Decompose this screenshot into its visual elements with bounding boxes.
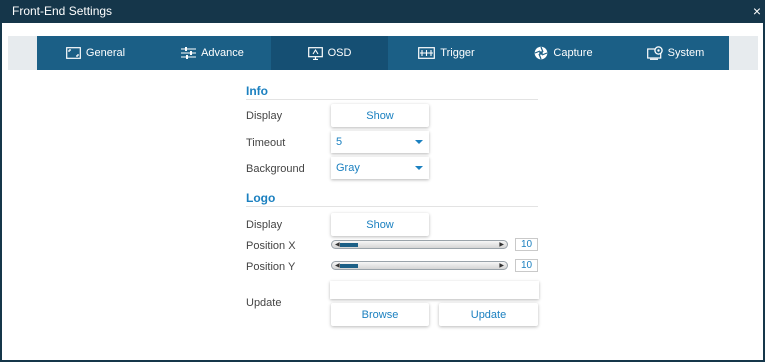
slider-thumb[interactable] (340, 243, 358, 247)
position-x-slider[interactable]: ◀ ▶ (331, 240, 508, 249)
camera-aperture-icon (534, 46, 548, 60)
slider-thumb[interactable] (340, 264, 358, 268)
logo-display-show-button[interactable]: Show (331, 213, 429, 236)
tab-label: Capture (553, 47, 593, 59)
info-display-label: Display (246, 110, 283, 122)
info-display-show-button[interactable]: Show (331, 104, 429, 127)
arrow-left-icon[interactable]: ◀ (335, 262, 340, 270)
logo-display-label: Display (246, 219, 283, 231)
tab-system[interactable]: System (622, 36, 729, 70)
tab-label: Trigger (440, 47, 475, 59)
tab-general[interactable]: General (37, 36, 154, 70)
system-gear-icon (646, 46, 663, 60)
screen-icon (66, 47, 81, 59)
position-y-slider[interactable]: ◀ ▶ (331, 261, 508, 270)
browse-button[interactable]: Browse (331, 303, 429, 326)
slider-track (340, 264, 497, 268)
logo-file-path-input[interactable] (330, 281, 539, 299)
tab-label: Advance (201, 47, 244, 59)
chevron-down-icon (415, 166, 423, 170)
background-select[interactable]: Gray (331, 157, 429, 179)
logo-section-title: Logo (246, 191, 276, 205)
update-button[interactable]: Update (439, 303, 538, 326)
timeout-label: Timeout (246, 137, 286, 149)
tab-trigger[interactable]: Trigger (388, 36, 505, 70)
timeout-value: 5 (336, 136, 343, 148)
sliders-icon (181, 47, 197, 59)
arrow-left-icon[interactable]: ◀ (335, 241, 340, 249)
position-x-value[interactable]: 10 (515, 238, 538, 251)
arrow-right-icon[interactable]: ▶ (499, 262, 504, 270)
position-y-label: Position Y (246, 261, 296, 273)
tab-advance[interactable]: Advance (154, 36, 271, 70)
close-icon[interactable]: × (753, 0, 761, 23)
tab-label: System (667, 47, 705, 59)
slider-track (340, 243, 497, 247)
tab-capture[interactable]: Capture (505, 36, 622, 70)
info-divider (246, 99, 538, 100)
settings-window: Front-End Settings × General Advance OSD (0, 0, 765, 362)
tab-osd[interactable]: OSD (271, 36, 388, 70)
background-value: Gray (336, 162, 360, 174)
arrow-right-icon[interactable]: ▶ (499, 241, 504, 249)
title-bar: Front-End Settings × (2, 0, 765, 23)
background-label: Background (246, 163, 305, 175)
tab-label: OSD (327, 47, 352, 59)
tab-bar-left-edge (8, 36, 37, 70)
info-section-title: Info (246, 84, 268, 98)
osd-monitor-icon (307, 46, 323, 60)
position-y-value[interactable]: 10 (515, 259, 538, 272)
window-title: Front-End Settings (12, 4, 113, 18)
position-x-label: Position X (246, 240, 296, 252)
update-label: Update (246, 297, 282, 309)
tab-label: General (85, 47, 126, 59)
timeout-select[interactable]: 5 (331, 131, 429, 153)
logo-divider (246, 206, 538, 207)
tab-bar-right-edge (729, 36, 758, 70)
trigger-board-icon (418, 47, 436, 59)
chevron-down-icon (415, 140, 423, 144)
tab-bar: General Advance OSD Trigger Capture Syst… (8, 36, 758, 70)
